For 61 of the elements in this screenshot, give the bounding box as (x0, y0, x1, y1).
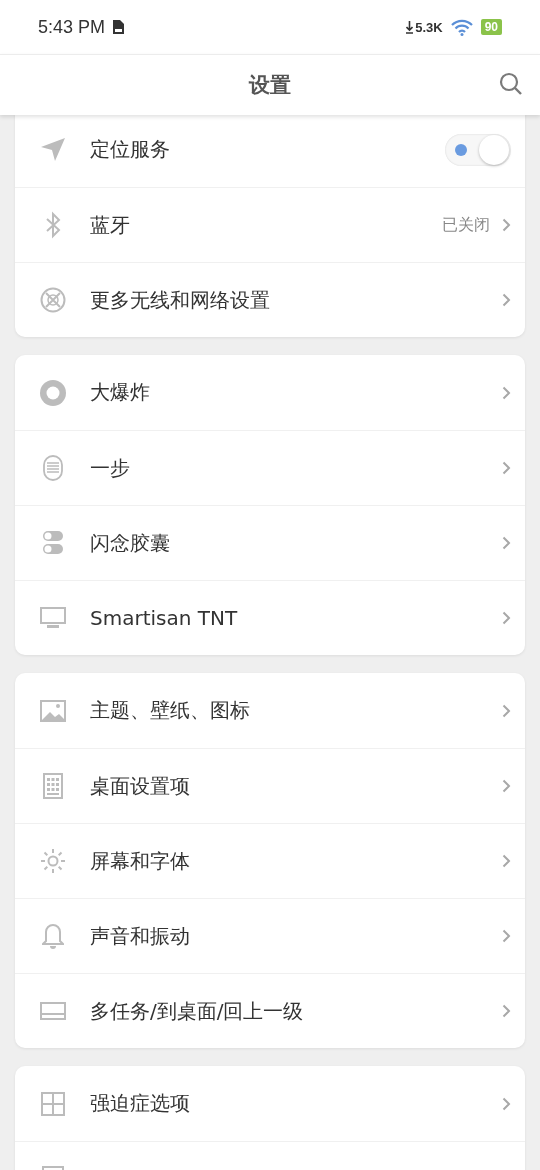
clock-time: 5:43 PM (38, 16, 106, 38)
location-arrow-icon (40, 136, 66, 163)
settings-row[interactable]: 蓝牙 已关闭 (15, 187, 525, 262)
network-speed: 5.3K (415, 19, 443, 35)
crossed-circle-icon (40, 287, 66, 313)
chevron-right-icon (502, 854, 511, 868)
battery-indicator: 90 (480, 19, 502, 35)
chevron-right-icon (502, 779, 511, 793)
settings-row[interactable]: 主题、壁纸、图标 (15, 673, 525, 748)
sun-icon (40, 848, 66, 874)
row-value: 已关闭 (442, 214, 490, 236)
settings-row[interactable]: 闪念胶囊 (15, 505, 525, 580)
tray-icon (40, 1002, 66, 1020)
download-arrow-icon (406, 20, 414, 34)
settings-row[interactable]: 一步 (15, 430, 525, 505)
chevron-right-icon (502, 385, 511, 400)
window-grid-icon (41, 1091, 65, 1116)
settings-row[interactable]: 强迫症选项 (15, 1066, 525, 1141)
image-icon (40, 699, 66, 722)
settings-row[interactable]: 桌面设置项 (15, 748, 525, 823)
settings-row[interactable]: 更多无线和网络设置 (15, 262, 525, 337)
row-label: 主题、壁纸、图标 (90, 697, 250, 724)
row-label: Smartisan TNT (90, 606, 238, 630)
chevron-right-icon (502, 1096, 511, 1111)
settings-row[interactable]: 定位服务 (15, 112, 525, 187)
chevron-right-icon (502, 1004, 511, 1018)
settings-row[interactable]: 声音和振动 (15, 898, 525, 973)
row-label: 定位服务 (90, 136, 170, 163)
chevron-right-icon (502, 536, 511, 550)
settings-row[interactable]: 大爆炸 (15, 355, 525, 430)
settings-row[interactable]: 屏幕和字体 (15, 823, 525, 898)
sim-card-icon (113, 20, 125, 34)
chevron-right-icon (502, 929, 511, 943)
two-toggles-icon (42, 530, 64, 556)
row-label: 桌面设置项 (90, 772, 190, 800)
burst-circle-icon (40, 379, 66, 406)
row-label: 屏幕和字体 (90, 847, 190, 875)
row-label: 声音和振动 (90, 922, 190, 950)
row-label: 闪念胶囊 (90, 529, 170, 557)
screen-title: 设置 (249, 72, 291, 99)
chevron-right-icon (502, 461, 511, 475)
search-button[interactable] (499, 72, 523, 96)
row-label: 强迫症选项 (90, 1090, 190, 1117)
chevron-right-icon (502, 293, 511, 307)
chevron-right-icon (502, 703, 511, 718)
settings-row[interactable]: 多任务/到桌面/回上一级 (15, 973, 525, 1048)
chevron-right-icon (502, 218, 511, 232)
row-label: 多任务/到桌面/回上一级 (90, 997, 304, 1025)
row-label: 蓝牙 (90, 211, 130, 239)
monitor-icon (40, 607, 66, 629)
bell-icon (42, 923, 64, 949)
bluetooth-icon (44, 211, 62, 239)
toggle-switch[interactable] (445, 133, 511, 166)
striped-capsule-icon (43, 455, 63, 481)
keypad-grid-icon (43, 773, 63, 799)
row-label: 更多无线和网络设置 (90, 286, 270, 314)
settings-row[interactable]: Smartisan TNT (15, 580, 525, 655)
wifi-icon (450, 18, 473, 36)
chevron-right-icon (502, 611, 511, 625)
row-label: 大爆炸 (90, 379, 150, 406)
row-label: 一步 (90, 454, 130, 482)
